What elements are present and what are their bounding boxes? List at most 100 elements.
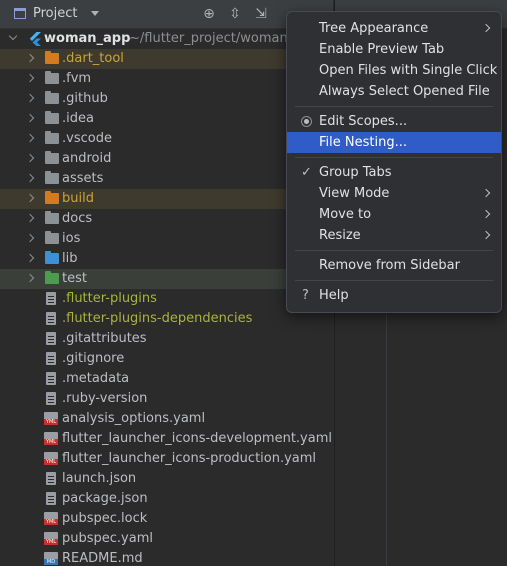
text-file-icon [46,392,56,405]
folder-row-build[interactable]: build [0,189,333,209]
menu-item-label: Always Select Opened File [319,84,490,99]
locate-icon[interactable]: ⊕ [201,6,217,22]
chevron-right-icon[interactable] [25,93,35,103]
menu-item-file-nesting[interactable]: File Nesting... [287,132,501,153]
file-row-gitattributes[interactable]: .gitattributes [0,329,333,349]
menu-item-label: View Mode [319,186,390,201]
text-file-icon [46,312,56,325]
menu-item-label: Tree Appearance [319,21,429,36]
tree-item-label: .gitattributes [62,331,147,346]
file-row-flutter-launcher-icons-production-yaml[interactable]: flutter_launcher_icons-production.yaml [0,449,333,469]
text-file-icon [46,492,56,505]
tree-item-label: package.json [62,491,148,506]
menu-item-enable-preview-tab[interactable]: Enable Preview Tab [287,39,501,60]
folder-icon [45,91,59,104]
menu-item-label: Move to [319,207,372,222]
tree-item-label: pubspec.lock [62,511,148,526]
menu-separator [295,280,493,281]
file-row-gitignore[interactable]: .gitignore [0,349,333,369]
menu-item-resize[interactable]: Resize [287,225,501,246]
folder-row-lib[interactable]: lib [0,249,333,269]
text-file-icon [46,332,56,345]
file-row-flutter-plugins[interactable]: .flutter-plugins [0,289,333,309]
chevron-right-icon[interactable] [25,253,35,263]
tree-item-label: .flutter-plugins [62,291,157,306]
menu-item-label: Enable Preview Tab [319,42,445,57]
yaml-file-icon [44,452,58,465]
file-row-readme-md[interactable]: README.md [0,549,333,566]
file-row-pubspec-yaml[interactable]: pubspec.yaml [0,529,333,549]
chevron-right-icon[interactable] [25,113,35,123]
menu-item-open-files-with-single-click[interactable]: Open Files with Single Click [287,60,501,81]
folder-row-fvm[interactable]: .fvm [0,69,333,89]
menu-item-edit-scopes[interactable]: Edit Scopes... [287,111,501,132]
project-view-icon [14,8,26,19]
folder-row-idea[interactable]: .idea [0,109,333,129]
tree-item-label: build [62,191,94,206]
folder-row-assets[interactable]: assets [0,169,333,189]
chevron-right-icon[interactable] [25,213,35,223]
tree-item-label: analysis_options.yaml [62,411,206,426]
text-file-icon [46,372,56,385]
chevron-right-icon[interactable] [25,153,35,163]
menu-separator [295,157,493,158]
chevron-right-icon[interactable] [25,273,35,283]
folder-icon [45,131,59,144]
menu-item-label: Remove from Sidebar [319,258,460,273]
folder-row-test[interactable]: test [0,269,333,289]
chevron-right-icon[interactable] [25,53,35,63]
tree-item-label: flutter_launcher_icons-development.yaml [62,431,332,446]
folder-row-docs[interactable]: docs [0,209,333,229]
file-row-package-json[interactable]: package.json [0,489,333,509]
file-row-metadata[interactable]: .metadata [0,369,333,389]
folder-icon [45,151,59,164]
menu-item-remove-from-sidebar[interactable]: Remove from Sidebar [287,255,501,276]
chevron-down-icon[interactable] [91,11,99,16]
menu-item-always-select-opened-file[interactable]: Always Select Opened File [287,81,501,102]
tree-item-label: README.md [62,551,143,566]
tree-item-label: docs [62,211,93,226]
chevron-right-icon[interactable] [25,133,35,143]
file-row-ruby-version[interactable]: .ruby-version [0,389,333,409]
file-row-flutter-plugins-dependencies[interactable]: .flutter-plugins-dependencies [0,309,333,329]
chevron-right-icon[interactable] [25,73,35,83]
folder-row-android[interactable]: android [0,149,333,169]
collapse-all-icon[interactable]: ⇲ [253,6,269,22]
menu-item-group-tabs[interactable]: ✓ Group Tabs [287,162,501,183]
file-row-pubspec-lock[interactable]: pubspec.lock [0,509,333,529]
menu-item-move-to[interactable]: Move to [287,204,501,225]
expand-all-icon[interactable]: ⇳ [227,6,243,22]
chevron-right-icon[interactable] [25,193,35,203]
folder-row-dart-tool[interactable]: .dart_tool [0,49,333,69]
file-row-flutter-launcher-icons-development-yaml[interactable]: flutter_launcher_icons-development.yaml [0,429,333,449]
file-row-launch-json[interactable]: launch.json [0,469,333,489]
yaml-file-icon [44,432,58,445]
folder-row-vscode[interactable]: .vscode [0,129,333,149]
tree-item-label: .flutter-plugins-dependencies [62,311,253,326]
tree-root-row[interactable]: woman_app ~/flutter_project/woman_ [0,29,333,49]
folder-icon [45,251,59,264]
project-toolbar: Project ⊕ ⇳ ⇲ [0,0,333,29]
menu-item-label: Help [319,288,349,303]
root-project-path: ~/flutter_project/woman_ [129,31,295,46]
tree-item-label: ios [62,231,81,246]
menu-item-help[interactable]: ? Help [287,285,501,306]
text-file-icon [46,292,56,305]
chevron-right-icon[interactable] [25,173,35,183]
menu-item-view-mode[interactable]: View Mode [287,183,501,204]
tree-item-label: .gitignore [62,351,125,366]
file-row-analysis-options-yaml[interactable]: analysis_options.yaml [0,409,333,429]
tree-item-label: .github [62,91,108,106]
folder-icon [45,111,59,124]
help-icon: ? [302,288,309,303]
folder-row-ios[interactable]: ios [0,229,333,249]
tree-item-label: .fvm [62,71,92,86]
chevron-right-icon[interactable] [25,233,35,243]
submenu-arrow-icon [481,230,491,240]
menu-item-tree-appearance[interactable]: Tree Appearance [287,18,501,39]
chevron-down-icon[interactable] [8,31,18,41]
folder-row-github[interactable]: .github [0,89,333,109]
project-view-title[interactable]: Project [33,6,77,21]
submenu-arrow-icon [481,209,491,219]
tree-item-label: assets [62,171,104,186]
